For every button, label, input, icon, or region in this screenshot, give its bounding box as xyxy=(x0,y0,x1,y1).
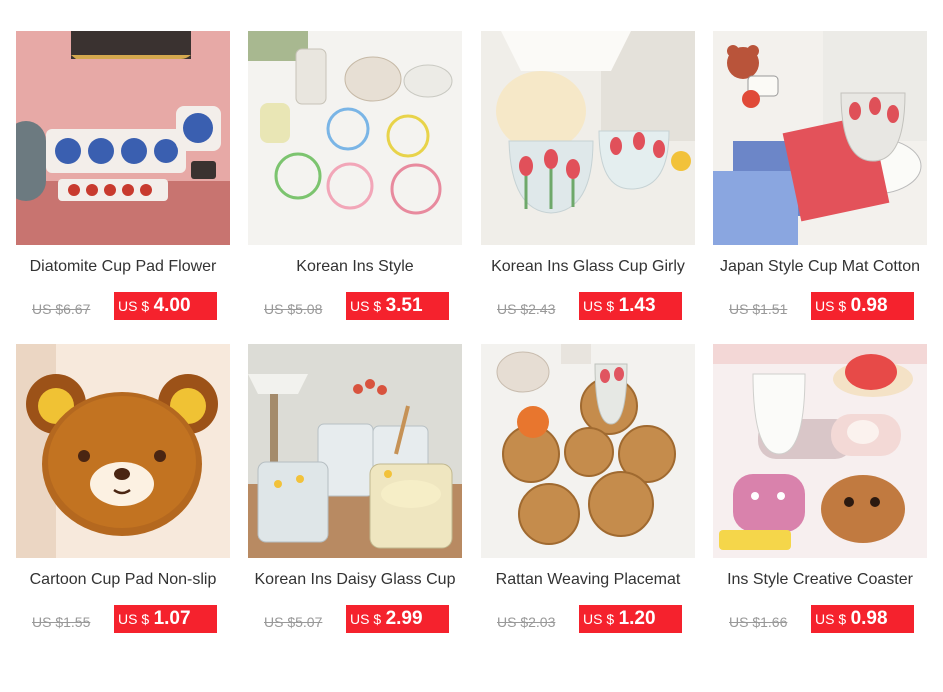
product-title[interactable]: Cartoon Cup Pad Non-slip xyxy=(8,571,238,589)
product-card[interactable]: Cartoon Cup Pad Non-slip US $1.55 US $ 1… xyxy=(16,344,230,644)
product-image[interactable] xyxy=(16,31,230,245)
sale-price-tag: US $ 0.98 xyxy=(811,292,914,320)
sale-price: 2.99 xyxy=(385,608,423,629)
product-image[interactable] xyxy=(713,31,927,245)
product-image[interactable] xyxy=(481,344,695,558)
price-currency: US $ xyxy=(815,298,847,314)
sale-price-tag: US $ 1.43 xyxy=(579,292,682,320)
product-title[interactable]: Korean Ins Style xyxy=(240,258,470,276)
original-price: US $6.67 xyxy=(32,301,91,317)
sale-price: 1.43 xyxy=(618,295,656,316)
price-currency: US $ xyxy=(350,611,382,627)
sale-price-tag: US $ 0.98 xyxy=(811,605,914,633)
sale-price-tag: US $ 1.07 xyxy=(114,605,217,633)
price-currency: US $ xyxy=(350,298,382,314)
price-currency: US $ xyxy=(583,298,615,314)
product-title[interactable]: Korean Ins Glass Cup Girly xyxy=(473,258,703,276)
sale-price-tag: US $ 1.20 xyxy=(579,605,682,633)
price-currency: US $ xyxy=(118,298,150,314)
sale-price-tag: US $ 3.51 xyxy=(346,292,449,320)
sale-price: 0.98 xyxy=(850,295,888,316)
product-card[interactable]: Rattan Weaving Placemat US $2.03 US $ 1.… xyxy=(481,344,695,644)
original-price: US $5.07 xyxy=(264,614,323,630)
original-price: US $2.03 xyxy=(497,614,556,630)
product-card[interactable]: Korean Ins Style US $5.08 US $ 3.51 xyxy=(248,31,462,331)
sale-price: 4.00 xyxy=(153,295,191,316)
original-price: US $1.66 xyxy=(729,614,788,630)
sale-price: 3.51 xyxy=(385,295,423,316)
product-image[interactable] xyxy=(248,31,462,245)
original-price: US $5.08 xyxy=(264,301,323,317)
sale-price-tag: US $ 2.99 xyxy=(346,605,449,633)
product-title[interactable]: Rattan Weaving Placemat xyxy=(473,571,703,589)
product-image[interactable] xyxy=(481,31,695,245)
product-card[interactable]: Korean Ins Glass Cup Girly US $2.43 US $… xyxy=(481,31,695,331)
sale-price-tag: US $ 4.00 xyxy=(114,292,217,320)
product-title[interactable]: Japan Style Cup Mat Cotton xyxy=(705,258,935,276)
product-card[interactable]: Japan Style Cup Mat Cotton US $1.51 US $… xyxy=(713,31,927,331)
sale-price: 0.98 xyxy=(850,608,888,629)
sale-price: 1.20 xyxy=(618,608,656,629)
price-currency: US $ xyxy=(583,611,615,627)
original-price: US $2.43 xyxy=(497,301,556,317)
product-image[interactable] xyxy=(16,344,230,558)
product-card[interactable]: Ins Style Creative Coaster US $1.66 US $… xyxy=(713,344,927,644)
price-currency: US $ xyxy=(118,611,150,627)
product-title[interactable]: Ins Style Creative Coaster xyxy=(705,571,935,589)
product-image[interactable] xyxy=(248,344,462,558)
original-price: US $1.51 xyxy=(729,301,788,317)
product-card[interactable]: Diatomite Cup Pad Flower US $6.67 US $ 4… xyxy=(16,31,230,331)
product-title[interactable]: Diatomite Cup Pad Flower xyxy=(8,258,238,276)
product-image[interactable] xyxy=(713,344,927,558)
product-card[interactable]: Korean Ins Daisy Glass Cup US $5.07 US $… xyxy=(248,344,462,644)
product-title[interactable]: Korean Ins Daisy Glass Cup xyxy=(240,571,470,589)
price-currency: US $ xyxy=(815,611,847,627)
original-price: US $1.55 xyxy=(32,614,91,630)
sale-price: 1.07 xyxy=(153,608,191,629)
